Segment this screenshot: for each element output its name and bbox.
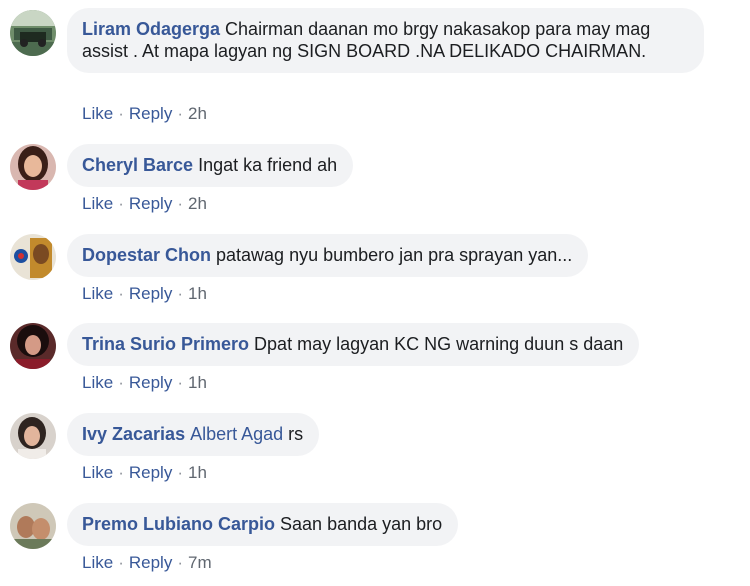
comment-bubble: Trina Surio Primero Dpat may lagyan KC NG… <box>67 323 640 366</box>
comment-bubble: Dopestar Chon patawag nyu bumbero jan pra… <box>67 234 589 277</box>
avatar[interactable] <box>10 413 56 459</box>
comment-actions: Like · Reply · 2h <box>82 194 207 213</box>
comment-text: patawag nyu bumbero jan pra sprayan yan.… <box>216 245 573 265</box>
reply-link[interactable]: Reply <box>129 104 172 123</box>
comment-author[interactable]: Premo Lubiano Carpio <box>82 514 275 534</box>
comment-text: Saan banda yan bro <box>280 514 443 534</box>
reply-link[interactable]: Reply <box>129 463 172 482</box>
comment-actions: Like · Reply · 7m <box>82 553 212 572</box>
comment-text: Dpat may lagyan KC NG warning duun s daa… <box>254 334 624 354</box>
reply-link[interactable]: Reply <box>129 373 172 392</box>
comment-author[interactable]: Trina Surio Primero <box>82 334 249 354</box>
timestamp[interactable]: 7m <box>188 553 212 572</box>
avatar[interactable] <box>10 323 56 369</box>
reply-link[interactable]: Reply <box>129 194 172 213</box>
comment-actions: Like · Reply · 1h <box>82 463 207 482</box>
like-link[interactable]: Like <box>82 463 113 482</box>
comment-actions: Like · Reply · 1h <box>82 284 207 303</box>
comment-author[interactable]: Ivy Zacarias <box>82 424 185 444</box>
avatar[interactable] <box>10 144 56 190</box>
avatar[interactable] <box>10 10 56 56</box>
comment-bubble: Premo Lubiano Carpio Saan banda yan bro <box>67 503 459 546</box>
timestamp[interactable]: 1h <box>188 284 207 303</box>
comment-bubble: Liram Odagerga Chairman daanan mo brgy na… <box>67 8 704 73</box>
like-link[interactable]: Like <box>82 373 113 392</box>
timestamp[interactable]: 2h <box>188 194 207 213</box>
comment-text: Ingat ka friend ah <box>198 155 338 175</box>
timestamp[interactable]: 1h <box>188 373 207 392</box>
timestamp[interactable]: 1h <box>188 463 207 482</box>
comment-author[interactable]: Liram Odagerga <box>82 19 220 39</box>
comment-author[interactable]: Cheryl Barce <box>82 155 193 175</box>
comment-bubble: Ivy Zacarias Albert Agad rs <box>67 413 320 456</box>
avatar[interactable] <box>10 503 56 549</box>
like-link[interactable]: Like <box>82 553 113 572</box>
comment-actions: Like · Reply · 2h <box>82 104 207 123</box>
reply-link[interactable]: Reply <box>129 284 172 303</box>
reply-link[interactable]: Reply <box>129 553 172 572</box>
like-link[interactable]: Like <box>82 194 113 213</box>
comment-bubble: Cheryl Barce Ingat ka friend ah <box>67 144 354 187</box>
comment-author[interactable]: Dopestar Chon <box>82 245 211 265</box>
like-link[interactable]: Like <box>82 284 113 303</box>
tagged-user[interactable]: Albert Agad <box>190 424 283 444</box>
comment-text: rs <box>288 424 304 444</box>
comment-actions: Like · Reply · 1h <box>82 373 207 392</box>
avatar[interactable] <box>10 234 56 280</box>
timestamp[interactable]: 2h <box>188 104 207 123</box>
like-link[interactable]: Like <box>82 104 113 123</box>
